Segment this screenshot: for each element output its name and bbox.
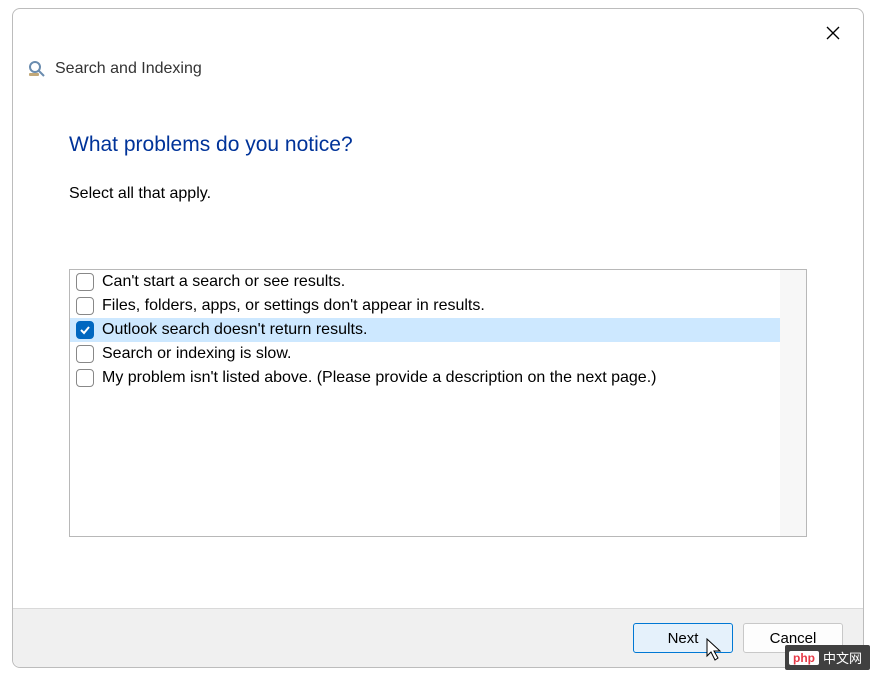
content-area: What problems do you notice? Select all … [13,79,863,608]
subtitle-text: Select all that apply. [69,185,807,203]
checkbox[interactable] [76,345,94,363]
watermark-badge: php 中文网 [785,645,870,670]
option-not-listed[interactable]: My problem isn't listed above. (Please p… [70,366,780,390]
option-label: Files, folders, apps, or settings don't … [102,297,485,315]
checkbox[interactable] [76,321,94,339]
search-indexing-icon [27,59,47,79]
checkbox[interactable] [76,297,94,315]
option-label: Outlook search doesn't return results. [102,321,367,339]
window-header: Search and Indexing [13,9,863,79]
cancel-button-label: Cancel [770,630,817,647]
next-button-label: Next [668,630,699,647]
watermark-brand: php [789,651,819,665]
dialog-footer: Next Cancel [13,608,863,667]
watermark-text: 中文网 [823,648,862,667]
window-title: Search and Indexing [55,60,202,78]
options-listbox: Can't start a search or see results. Fil… [69,269,807,537]
troubleshooter-window: Search and Indexing What problems do you… [12,8,864,668]
option-indexing-slow[interactable]: Search or indexing is slow. [70,342,780,366]
option-cant-start-search[interactable]: Can't start a search or see results. [70,270,780,294]
options-scroll-area[interactable]: Can't start a search or see results. Fil… [70,270,806,536]
option-label: My problem isn't listed above. (Please p… [102,369,656,387]
close-button[interactable] [821,21,845,45]
option-files-not-in-results[interactable]: Files, folders, apps, or settings don't … [70,294,780,318]
checkbox[interactable] [76,273,94,291]
checkbox[interactable] [76,369,94,387]
next-button[interactable]: Next [633,623,733,653]
option-label: Search or indexing is slow. [102,345,291,363]
option-outlook-search[interactable]: Outlook search doesn't return results. [70,318,780,342]
close-icon [826,26,840,40]
question-heading: What problems do you notice? [69,133,807,157]
option-label: Can't start a search or see results. [102,273,345,291]
